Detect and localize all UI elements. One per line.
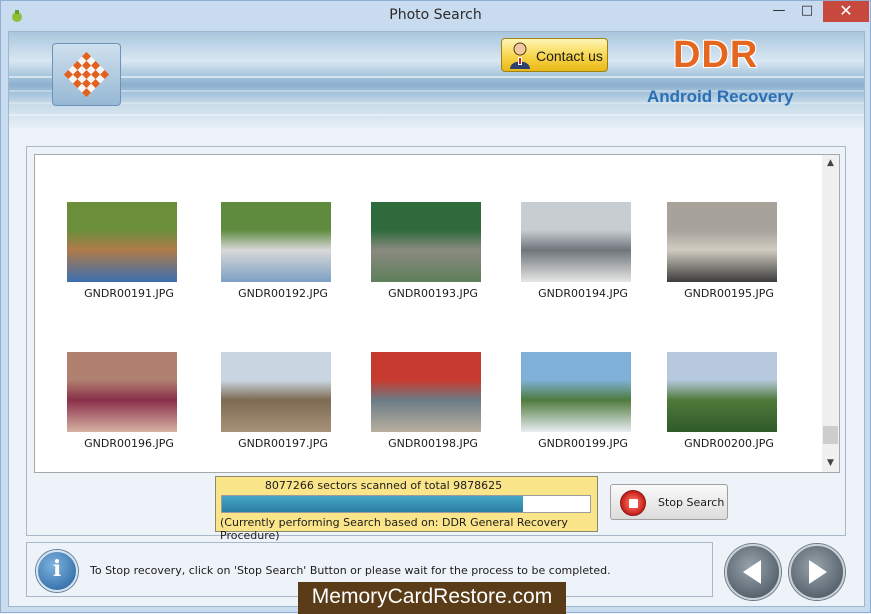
checkered-logo-icon [63,51,110,98]
stop-icon [620,490,646,516]
scrollbar-thumb[interactable] [823,426,838,444]
stop-search-button[interactable]: Stop Search [610,484,728,520]
window-title: Photo Search [389,7,482,23]
photo-image [521,352,631,432]
scroll-down-arrow-icon[interactable]: ▼ [822,455,839,472]
progress-track [221,495,591,513]
photo-thumbnail[interactable]: GNDR00193.JPG [371,202,521,312]
info-icon: i [36,550,78,592]
client-area: Contact us DDR Android Recovery ▲ ▼ GNDR… [8,31,865,607]
person-icon [510,42,530,69]
photo-image [521,202,631,282]
arrow-left-icon [743,560,761,584]
app-window: Photo Search — □ ✕ Contact us DDR Androi… [0,0,871,614]
procedure-text: (Currently performing Search based on: D… [220,516,568,542]
photo-filename: GNDR00200.JPG [684,437,774,450]
results-panel: ▲ ▼ GNDR00191.JPG GNDR00192.JPG GNDR00193.… [26,146,846,542]
stop-search-label: Stop Search [658,496,725,509]
photo-thumbnail[interactable]: GNDR00194.JPG [521,202,671,312]
watermark-text: MemoryCardRestore.com [311,585,553,608]
photo-thumbnail[interactable]: GNDR00192.JPG [221,202,371,312]
photo-filename: GNDR00198.JPG [388,437,478,450]
photo-filename: GNDR00196.JPG [84,437,174,450]
next-button[interactable] [789,544,845,600]
header-banner: Contact us DDR Android Recovery [9,32,864,128]
photo-image [667,202,777,282]
photo-image [221,352,331,432]
photo-thumbnail[interactable]: GNDR00199.JPG [521,352,671,462]
photo-filename: GNDR00194.JPG [538,287,628,300]
photo-filename: GNDR00199.JPG [538,437,628,450]
photo-gallery[interactable]: ▲ ▼ GNDR00191.JPG GNDR00192.JPG GNDR00193.… [34,154,840,473]
scroll-up-arrow-icon[interactable]: ▲ [822,155,839,172]
watermark-banner: MemoryCardRestore.com [298,582,566,614]
brand-subtitle: Android Recovery [647,87,794,106]
photo-image [667,352,777,432]
photo-thumbnail[interactable]: GNDR00200.JPG [667,352,817,462]
photo-filename: GNDR00191.JPG [84,287,174,300]
arrow-right-icon [809,560,827,584]
photo-thumbnail[interactable]: GNDR00198.JPG [371,352,521,462]
photo-image [67,352,177,432]
photo-thumbnail[interactable]: GNDR00195.JPG [667,202,817,312]
photo-image [371,202,481,282]
info-message: To Stop recovery, click on 'Stop Search'… [90,564,611,577]
photo-thumbnail[interactable]: GNDR00196.JPG [67,352,217,462]
photo-thumbnail[interactable]: GNDR00191.JPG [67,202,217,312]
maximize-button[interactable]: □ [793,1,821,23]
photo-filename: GNDR00192.JPG [238,287,328,300]
contact-us-button[interactable]: Contact us [501,38,608,72]
progress-fill [222,496,523,512]
contact-us-label: Contact us [536,48,603,64]
vertical-scrollbar[interactable]: ▲ ▼ [822,155,839,472]
photo-filename: GNDR00197.JPG [238,437,328,450]
title-bar: Photo Search — □ ✕ [1,1,870,31]
scan-status-text: 8077266 sectors scanned of total 9878625 [264,479,503,492]
brand-logo-text: DDR [673,34,759,76]
close-button[interactable]: ✕ [823,1,869,22]
app-logo [52,43,121,106]
scan-progress-box: 8077266 sectors scanned of total 9878625… [215,476,598,542]
minimize-button[interactable]: — [765,1,793,23]
back-button[interactable] [725,544,781,600]
photo-image [371,352,481,432]
photo-image [221,202,331,282]
photo-thumbnail[interactable]: GNDR00197.JPG [221,352,371,462]
photo-filename: GNDR00195.JPG [684,287,774,300]
photo-image [67,202,177,282]
photo-filename: GNDR00193.JPG [388,287,478,300]
